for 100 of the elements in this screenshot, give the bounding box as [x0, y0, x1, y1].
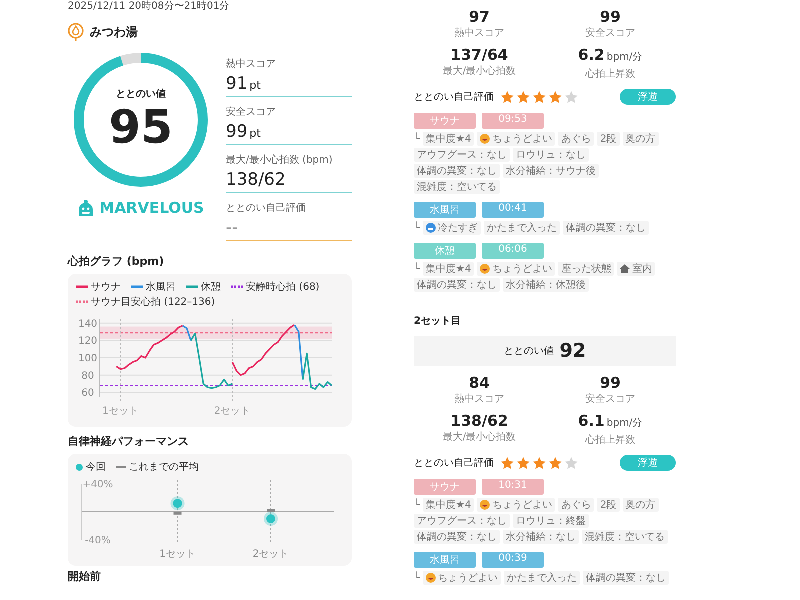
step-name-tag: 水風呂 — [414, 552, 476, 568]
mascot-icon — [78, 199, 94, 217]
field-label: 安全スコア — [226, 106, 277, 119]
condition-tag: 体調の異変：なし — [414, 530, 500, 544]
branch-mark: └ — [414, 500, 420, 510]
condition-tag: 水分補給：サウナ後 — [503, 164, 599, 178]
condition-tag: 座った状態 — [558, 262, 614, 276]
line-swatch — [116, 466, 126, 468]
condition-tag: 水分補給：なし — [503, 530, 579, 544]
condition-tag: ロウリュ：なし — [513, 148, 589, 162]
condition-tag: かたまで入った — [484, 221, 560, 235]
step-time-tag: 06:06 — [482, 243, 544, 259]
star-icon — [564, 90, 579, 104]
line-swatch — [76, 285, 88, 289]
stat-label: 最大/最小心拍数 — [442, 64, 516, 78]
axis-label: 1セット — [160, 549, 196, 560]
stat-value: 137/64 — [450, 46, 508, 64]
condition-tag: 奥の方 — [622, 132, 659, 146]
legend-item: これまでの平均 — [116, 460, 199, 474]
star-icon — [516, 456, 531, 470]
step-time-tag: 00:41 — [482, 202, 544, 218]
condition-tag: 2段 — [597, 132, 620, 146]
stat-label: 安全スコア — [586, 392, 636, 406]
section-title: 自律神経パフォーマンス — [68, 435, 190, 448]
cold-face-icon — [426, 223, 436, 233]
legend-item: サウナ — [76, 280, 121, 294]
smiley-icon — [480, 500, 490, 510]
axis-tick-label: 1セット — [102, 406, 139, 417]
axis-tick-label: 120 — [78, 336, 98, 348]
condition-tag: ロウリュ：終盤 — [513, 514, 589, 528]
stat-value: 99 — [600, 8, 621, 26]
rating-label: ととのい自己評価 — [414, 456, 494, 470]
condition-tag: 体調の異変：なし — [414, 278, 500, 292]
condition-tag: ちょうどよい — [477, 262, 556, 276]
axis-tick-label: +40% — [82, 480, 114, 490]
condition-tag: ちょうどよい — [477, 132, 556, 146]
step-name-tag: 休憩 — [414, 243, 476, 259]
condition-tag: 体調の異変：なし — [563, 221, 650, 235]
condition-tag: 室内 — [617, 262, 656, 276]
condition-tag: 水分補給：休憩後 — [503, 278, 589, 292]
stat-label: 心拍上昇数 — [586, 68, 636, 81]
legend-item: 今回 — [76, 460, 106, 474]
legend-item: サウナ目安心拍 (122–136) — [76, 295, 216, 309]
field-value: 99 pt — [226, 122, 262, 142]
step-time-tag: 00:39 — [482, 552, 544, 568]
condition-tag: かたまで入った — [504, 571, 580, 585]
legend-item: 休憩 — [186, 280, 221, 294]
star-icon — [500, 90, 515, 104]
smiley-icon — [480, 264, 490, 274]
stat-label: 安全スコア — [586, 26, 636, 40]
condition-tag: 集中度★4 — [423, 132, 474, 146]
star-icon — [548, 90, 563, 104]
branch-mark: └ — [414, 222, 420, 234]
axis-tick-label: 100 — [78, 354, 98, 364]
dashed-line-swatch — [231, 285, 243, 289]
axis-tick-label: 80 — [82, 370, 94, 382]
condition-tag: 奥の方 — [622, 498, 659, 512]
field-label: ととのい自己評価 — [226, 202, 307, 215]
rank-label: MARVELOUS — [100, 199, 204, 217]
condition-tag: アウフグース：なし — [414, 148, 510, 162]
smiley-icon — [480, 134, 490, 144]
condition-tag: あぐら — [558, 498, 594, 512]
axis-label: 2セット — [252, 549, 290, 560]
smiley-icon — [426, 573, 436, 583]
condition-tag: 混雑度：空いてる — [582, 530, 668, 544]
star-icon — [564, 456, 579, 470]
stat-value: 6.1 bpm/分 — [578, 412, 643, 432]
current-value-dot — [264, 512, 278, 526]
legend-item: 安静時心拍 (68) — [231, 280, 320, 294]
field-value: 138/62 — [226, 170, 287, 190]
average-marker — [267, 509, 275, 512]
total-score: 95 — [108, 101, 173, 153]
dashed-line-swatch — [76, 300, 88, 304]
condition-tag: 体調の異変：なし — [414, 164, 500, 178]
line-swatch — [131, 285, 143, 289]
branch-mark: └ — [414, 134, 420, 144]
legend-item: 水風呂 — [131, 280, 176, 294]
score-label: ととのい値 — [116, 88, 166, 101]
condition-tag: 冷たすぎ — [423, 221, 482, 235]
star-icon — [500, 456, 515, 470]
stat-value: 6.2 bpm/分 — [578, 46, 643, 66]
field-value: 91 pt — [226, 74, 262, 94]
stat-label: 心拍上昇数 — [586, 434, 636, 447]
condition-tag: 体調の異変：なし — [583, 571, 670, 585]
condition-tag: あぐら — [558, 132, 594, 146]
stat-value: 97 — [469, 8, 490, 26]
stat-value: 138/62 — [450, 412, 508, 430]
step-name-tag: 水風呂 — [414, 202, 476, 218]
branch-mark: └ — [414, 572, 420, 584]
set-title: 2セット目 — [414, 315, 462, 328]
axis-tick-label: 140 — [78, 318, 98, 330]
stat-label: 熱中スコア — [454, 26, 504, 40]
stat-value: 99 — [600, 374, 621, 392]
condition-tag: 2段 — [597, 498, 620, 512]
score-label: ととのい値 — [504, 345, 554, 358]
star-icon — [532, 456, 547, 470]
dot-swatch — [76, 464, 83, 470]
feeling-tag: 浮遊 — [620, 89, 676, 105]
step-time-tag: 09:53 — [482, 113, 544, 129]
house-icon — [620, 264, 630, 274]
